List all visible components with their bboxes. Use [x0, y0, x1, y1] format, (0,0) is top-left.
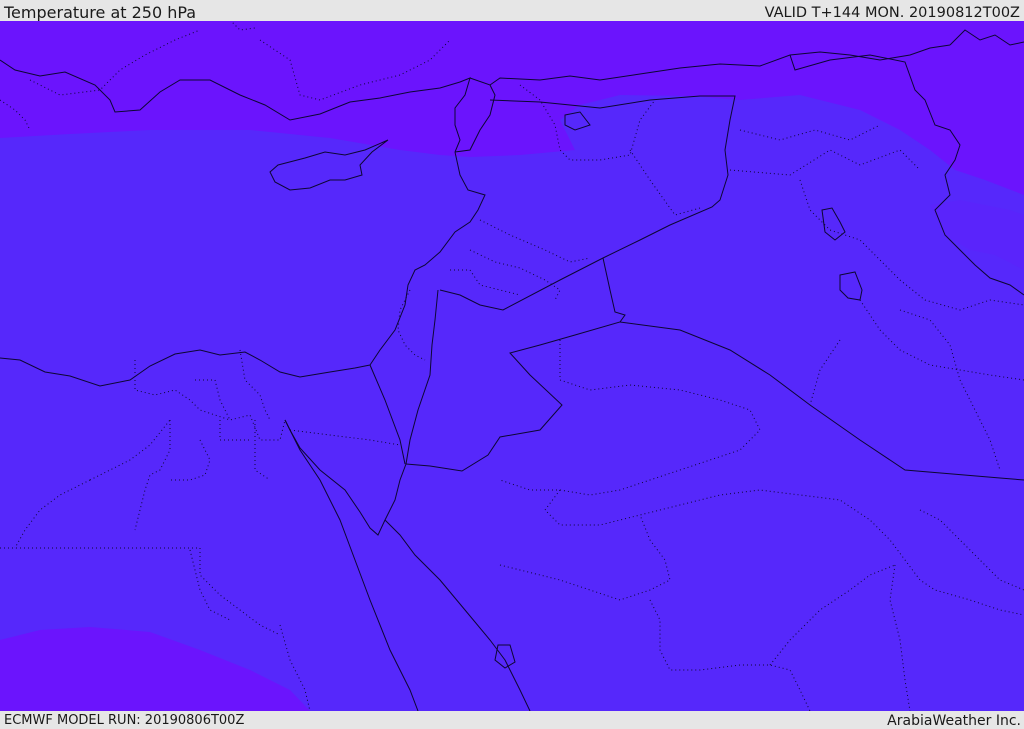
header-bar: Temperature at 250 hPa VALID T+144 MON. …: [0, 0, 1024, 22]
temperature-map: [0, 21, 1024, 711]
footer-bar: ECMWF MODEL RUN: 20190806T00Z ArabiaWeat…: [0, 711, 1024, 729]
map-title: Temperature at 250 hPa: [4, 3, 197, 22]
brand-label: ArabiaWeather Inc.: [887, 713, 1021, 729]
valid-time: VALID T+144 MON. 20190812T00Z: [764, 5, 1020, 21]
model-run-label: ECMWF MODEL RUN: 20190806T00Z: [4, 713, 245, 728]
map-canvas[interactable]: [0, 21, 1024, 711]
